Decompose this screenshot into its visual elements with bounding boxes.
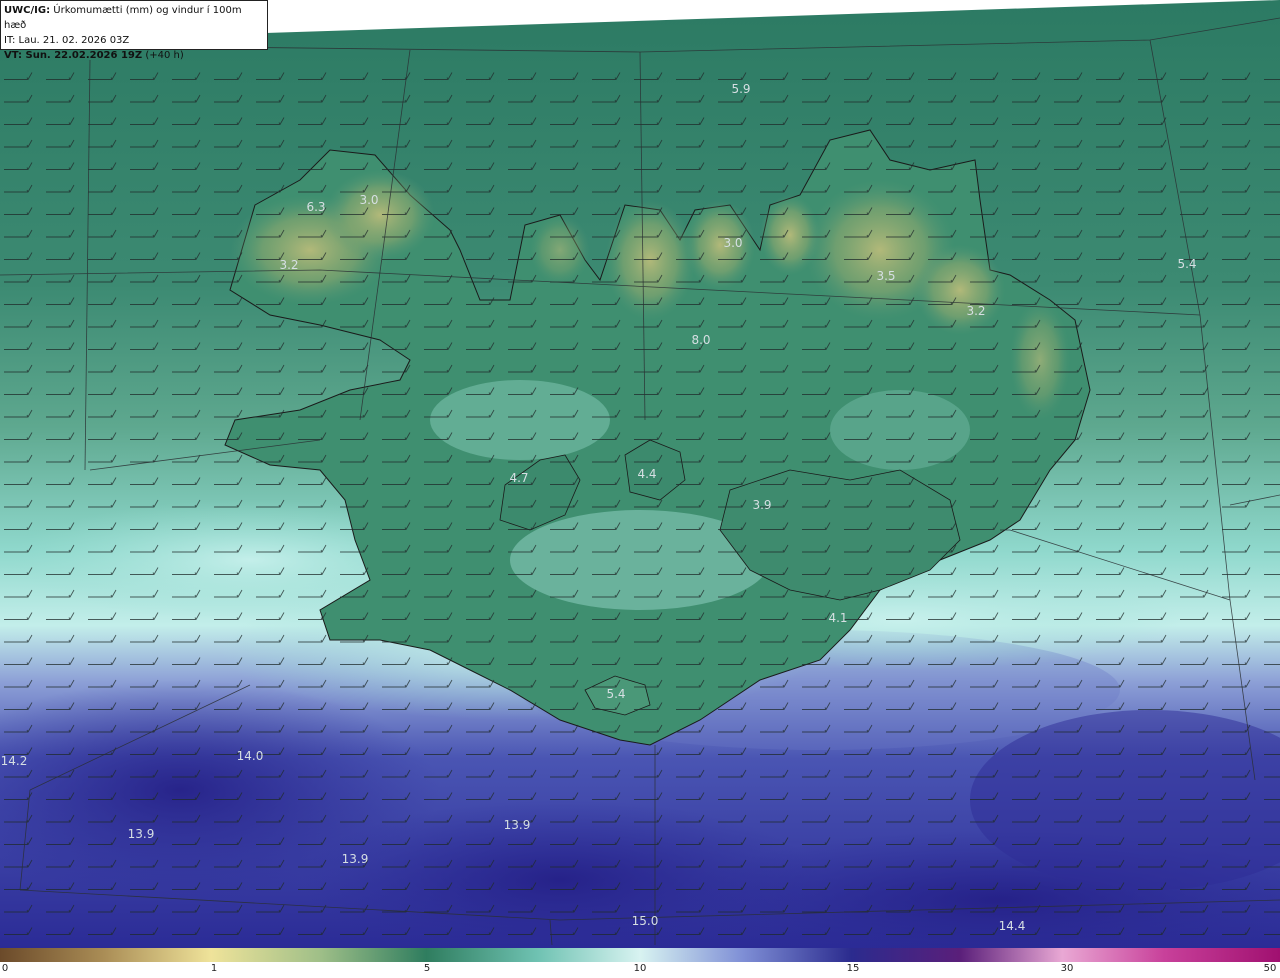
colorbar-tick: 50 <box>1263 963 1277 974</box>
valid-time: VT: Sun. 22.02.2026 19Z <box>4 50 143 61</box>
colorbar-tick: 15 <box>846 963 860 974</box>
valid-time-line: VT: Sun. 22.02.2026 19Z (+40 h) <box>4 48 264 63</box>
colorbar-tick: 30 <box>1060 963 1074 974</box>
colorbar-tick: 0 <box>1 963 9 974</box>
colorbar-tick: 1 <box>210 963 218 974</box>
precipitation-colorbar <box>0 948 1280 962</box>
precipitation-wind-map <box>0 0 1280 948</box>
colorbar-tick: 5 <box>423 963 431 974</box>
model-code: UWC/IG: <box>4 5 51 16</box>
colorbar-tick: 10 <box>633 963 647 974</box>
map-info-box: UWC/IG: Úrkomumætti (mm) og vindur í 100… <box>0 0 268 61</box>
map-title-line: UWC/IG: Úrkomumætti (mm) og vindur í 100… <box>4 3 264 33</box>
lead-time: (+40 h) <box>145 50 184 61</box>
init-time: IT: Lau. 21. 02. 2026 03Z <box>4 35 130 46</box>
